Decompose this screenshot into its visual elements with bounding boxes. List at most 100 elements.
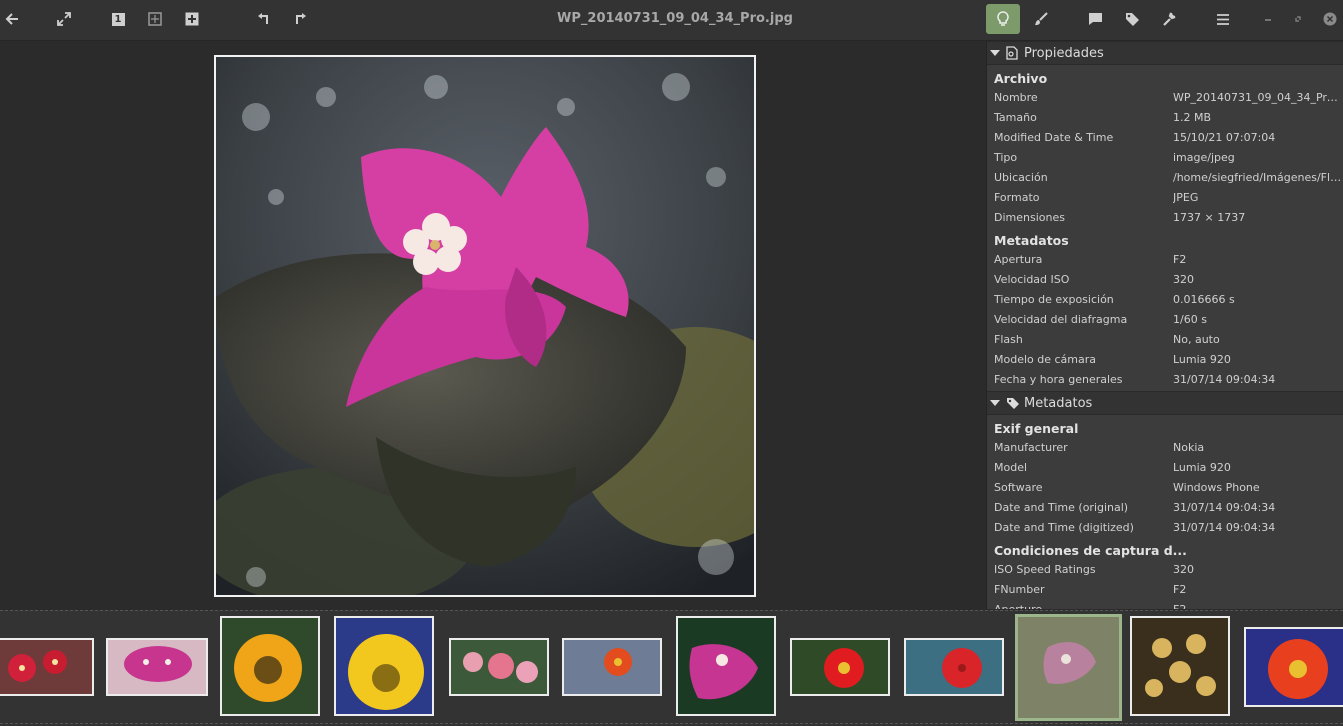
- rotate-left-icon[interactable]: [250, 6, 278, 32]
- property-row: Fecha y hora generales 31/07/14 09:04:34: [987, 369, 1343, 389]
- menu-icon[interactable]: [1209, 6, 1237, 32]
- property-row: ISO Speed Ratings 320: [987, 559, 1343, 579]
- minimize-icon[interactable]: [1254, 6, 1282, 32]
- property-row: Velocidad del diafragma 1/60 s: [987, 309, 1343, 329]
- metadata-group-title: Metadatos: [994, 233, 1069, 248]
- property-key: Tamaño: [994, 110, 1037, 124]
- property-key: Tipo: [994, 150, 1018, 164]
- property-row: Manufacturer Nokia: [987, 437, 1343, 457]
- property-key: Date and Time (digitized): [994, 520, 1134, 534]
- property-value: F2: [1173, 582, 1187, 596]
- property-key: Aperture: [994, 602, 1043, 610]
- filmstrip-divider: [0, 723, 1343, 724]
- thumbnail[interactable]: [790, 638, 890, 696]
- property-value: 15/10/21 07:07:04: [1173, 130, 1276, 144]
- comment-icon[interactable]: [1081, 6, 1109, 32]
- fullscreen-icon[interactable]: [50, 6, 78, 32]
- property-key: Nombre: [994, 90, 1038, 104]
- property-key: Modified Date & Time: [994, 130, 1114, 144]
- property-row: Date and Time (digitized) 31/07/14 09:04:…: [987, 517, 1343, 537]
- property-row: Nombre WP_20140731_09_04_34_Pro.jpg: [987, 87, 1343, 107]
- image-viewer[interactable]: [0, 41, 985, 609]
- restore-icon[interactable]: [1284, 6, 1312, 32]
- thumbnail[interactable]: [0, 638, 94, 696]
- one-to-one-icon[interactable]: 1: [104, 6, 132, 32]
- property-key: Flash: [994, 332, 1023, 346]
- property-value: 31/07/14 09:04:34: [1173, 372, 1276, 386]
- property-value: Lumia 920: [1173, 460, 1231, 474]
- thumbnail[interactable]: [1244, 627, 1343, 707]
- window-title: WP_20140731_09_04_34_Pro.jpg: [557, 11, 793, 26]
- collapse-arrow-icon[interactable]: [990, 400, 1000, 406]
- file-group-title: Archivo: [994, 71, 1048, 86]
- property-value: Lumia 920: [1173, 352, 1231, 366]
- thumbnail[interactable]: [1130, 616, 1230, 716]
- property-key: FNumber: [994, 582, 1045, 596]
- property-row: Flash No, auto: [987, 329, 1343, 349]
- property-value: 1737 × 1737: [1173, 210, 1246, 224]
- collapse-arrow-icon[interactable]: [990, 50, 1000, 56]
- property-key: Velocidad del diafragma: [994, 312, 1128, 326]
- zoom-in-icon[interactable]: [178, 6, 206, 32]
- thumbnail-selected[interactable]: [1015, 614, 1122, 721]
- property-value: 320: [1173, 272, 1194, 286]
- exif-group-title: Exif general: [994, 421, 1079, 436]
- property-key: Dimensiones: [994, 210, 1065, 224]
- file-properties: Nombre WP_20140731_09_04_34_Pro.jpg Tamaño…: [987, 87, 1343, 227]
- property-row: Model Lumia 920: [987, 457, 1343, 477]
- property-value: F2: [1173, 602, 1187, 610]
- thumbnail[interactable]: [334, 616, 434, 716]
- wrench-icon[interactable]: [1155, 6, 1183, 32]
- lightbulb-icon[interactable]: [986, 4, 1020, 34]
- metadata-properties: Apertura F2 Velocidad ISO 320 Tiempo de expo…: [987, 249, 1343, 389]
- property-value: Nokia: [1173, 440, 1205, 454]
- tag-icon[interactable]: [1118, 6, 1146, 32]
- property-key: Manufacturer: [994, 440, 1068, 454]
- property-key: Model: [994, 460, 1028, 474]
- thumbnail[interactable]: [676, 616, 776, 716]
- close-icon[interactable]: [1316, 6, 1343, 32]
- property-key: Velocidad ISO: [994, 272, 1070, 286]
- property-key: Formato: [994, 190, 1040, 204]
- property-value: WP_20140731_09_04_34_Pro.jpg: [1173, 90, 1343, 104]
- side-panel: Propiedades Archivo Nombre WP_20140731_09…: [986, 41, 1343, 609]
- property-key: Tiempo de exposición: [994, 292, 1114, 306]
- property-row: Modelo de cámara Lumia 920: [987, 349, 1343, 369]
- property-value: 31/07/14 09:04:34: [1173, 520, 1276, 534]
- properties-title: Propiedades: [1024, 45, 1104, 61]
- property-value: No, auto: [1173, 332, 1220, 346]
- rotate-right-icon[interactable]: [286, 6, 314, 32]
- fit-icon[interactable]: [141, 6, 169, 32]
- brush-icon[interactable]: [1027, 6, 1055, 32]
- capture-properties: ISO Speed Ratings 320 FNumber F2 Aperture F2: [987, 559, 1343, 610]
- property-value: 0.016666 s: [1173, 292, 1235, 306]
- main-photo: [214, 55, 756, 597]
- property-row: Aperture F2: [987, 599, 1343, 610]
- property-row: Velocidad ISO 320: [987, 269, 1343, 289]
- property-key: ISO Speed Ratings: [994, 562, 1096, 576]
- property-value: 320: [1173, 562, 1194, 576]
- thumbnail[interactable]: [220, 616, 320, 716]
- property-value: /home/siegfried/Imágenes/Flor...: [1173, 170, 1343, 184]
- property-row: Tipo image/jpeg: [987, 147, 1343, 167]
- property-value: image/jpeg: [1173, 150, 1235, 164]
- capture-group-title: Condiciones de captura d...: [994, 543, 1187, 558]
- filmstrip[interactable]: [0, 610, 1343, 726]
- property-value: F2: [1173, 252, 1187, 266]
- thumbnail[interactable]: [904, 638, 1004, 696]
- properties-header[interactable]: Propiedades: [987, 41, 1343, 65]
- property-value: Windows Phone: [1173, 480, 1260, 494]
- back-arrow-icon[interactable]: [0, 6, 26, 32]
- thumbnail[interactable]: [106, 638, 208, 696]
- metadata-header[interactable]: Metadatos: [987, 391, 1343, 415]
- property-row: Dimensiones 1737 × 1737: [987, 207, 1343, 227]
- metadata-title: Metadatos: [1024, 395, 1093, 411]
- property-value: 31/07/14 09:04:34: [1173, 500, 1276, 514]
- thumbnail[interactable]: [449, 638, 549, 696]
- one-to-one-label: 1: [111, 12, 125, 26]
- property-value: 1/60 s: [1173, 312, 1207, 326]
- property-key: Ubicación: [994, 170, 1048, 184]
- thumbnail[interactable]: [562, 638, 662, 696]
- property-row: Ubicación/home/siegfried/Imágenes/Flor..…: [987, 167, 1343, 187]
- property-value: 1.2 MB: [1173, 110, 1212, 124]
